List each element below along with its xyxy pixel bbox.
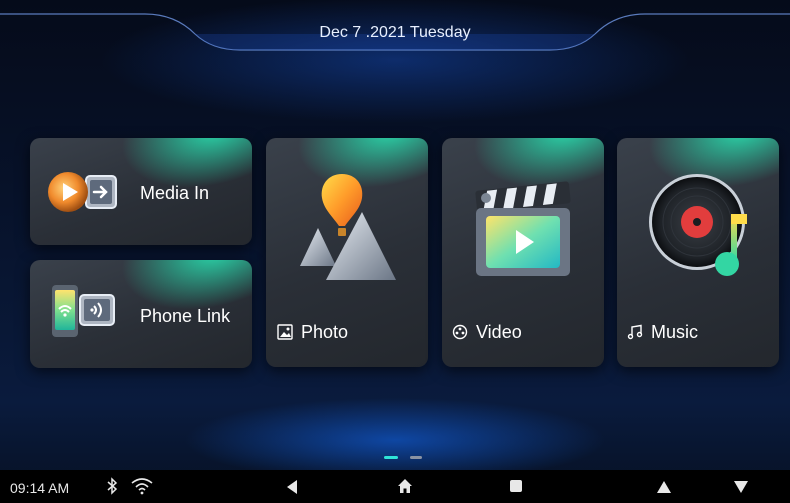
recents-icon[interactable] — [509, 479, 523, 493]
photo-small-icon — [277, 324, 293, 340]
home-icon[interactable] — [397, 478, 413, 494]
page-dot[interactable] — [410, 456, 422, 459]
page-indicator — [384, 456, 424, 460]
phone-link-label: Phone Link — [140, 306, 231, 326]
date-header: Dec 7 .2021 Tuesday — [0, 0, 790, 60]
video-small-icon — [452, 324, 468, 340]
music-label: Music — [651, 322, 699, 342]
bluetooth-icon — [107, 477, 118, 495]
music-tile[interactable]: Music — [617, 138, 779, 367]
date-label: Dec 7 .2021 Tuesday — [319, 24, 471, 41]
status-bar: 09:14 AM — [0, 470, 790, 503]
volume-down-icon[interactable] — [733, 480, 749, 494]
clock: 09:14 AM — [10, 480, 70, 496]
phone-link-tile[interactable]: Phone Link — [30, 260, 252, 368]
volume-up-icon[interactable] — [656, 480, 672, 494]
phone-link-icon — [52, 285, 115, 337]
media-in-tile[interactable]: Media In — [30, 138, 252, 245]
photo-tile[interactable]: Photo — [266, 138, 428, 367]
media-in-label: Media In — [140, 183, 210, 203]
page-dot-active[interactable] — [384, 456, 398, 459]
media-in-icon — [48, 172, 117, 212]
video-tile[interactable]: Video — [442, 138, 604, 367]
music-icon — [649, 174, 747, 276]
wifi-icon — [131, 478, 153, 495]
video-icon — [475, 181, 571, 276]
home-screen: Dec 7 .2021 Tuesday Media In Phone Link … — [0, 0, 790, 503]
music-small-icon — [627, 324, 643, 340]
video-label: Video — [476, 322, 522, 342]
back-icon[interactable] — [285, 479, 299, 495]
photo-label: Photo — [301, 322, 349, 342]
photo-icon — [300, 174, 396, 280]
